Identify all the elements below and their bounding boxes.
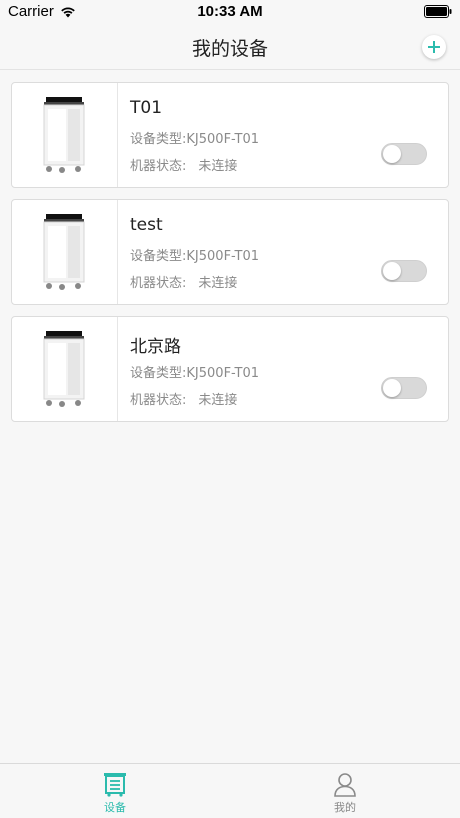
toggle-knob xyxy=(383,262,401,280)
device-card[interactable]: T01 设备类型:KJ500F-T01 机器状态: 未连接 xyxy=(11,82,449,188)
toggle-knob xyxy=(383,379,401,397)
device-state: 机器状态: 未连接 xyxy=(130,389,237,408)
power-toggle[interactable] xyxy=(381,377,427,399)
device-state: 机器状态: 未连接 xyxy=(130,155,237,174)
tab-bar: 设备 我的 xyxy=(0,763,460,818)
tab-profile-label: 我的 xyxy=(334,801,356,814)
page-title: 我的设备 xyxy=(191,38,268,60)
power-toggle[interactable] xyxy=(381,260,427,282)
device-name: test xyxy=(130,215,163,235)
device-card[interactable]: 北京路 设备类型:KJ500F-T01 机器状态: 未连接 xyxy=(11,316,449,422)
device-state-value: 未连接 xyxy=(198,276,238,291)
device-state: 机器状态: 未连接 xyxy=(130,272,237,291)
battery-icon xyxy=(424,5,452,18)
device-thumbnail xyxy=(12,83,118,187)
status-time: 10:33 AM xyxy=(197,3,263,20)
tab-profile[interactable]: 我的 xyxy=(230,764,460,818)
device-state-label: 机器状态: xyxy=(130,159,187,174)
device-tab-icon xyxy=(104,773,126,797)
air-purifier-icon xyxy=(43,214,85,290)
device-list: T01 设备类型:KJ500F-T01 机器状态: 未连接 test 设备类型:K… xyxy=(11,82,449,433)
device-thumbnail xyxy=(12,200,118,304)
device-type-label: 设备类型: xyxy=(130,132,187,147)
device-type-label: 设备类型: xyxy=(130,249,187,264)
device-state-label: 机器状态: xyxy=(130,276,187,291)
toggle-knob xyxy=(383,145,401,163)
device-thumbnail xyxy=(12,317,118,421)
air-purifier-icon xyxy=(43,97,85,173)
device-type-value: KJ500F-T01 xyxy=(186,366,260,381)
device-card[interactable]: test 设备类型:KJ500F-T01 机器状态: 未连接 xyxy=(11,199,449,305)
device-state-label: 机器状态: xyxy=(130,393,187,408)
air-purifier-icon xyxy=(43,331,85,407)
device-state-value: 未连接 xyxy=(198,159,238,174)
device-name: 北京路 xyxy=(130,337,181,357)
power-toggle[interactable] xyxy=(381,143,427,165)
profile-tab-icon xyxy=(334,773,356,797)
add-device-button[interactable] xyxy=(422,35,446,59)
screen: Carrier 10:33 AM 我的设备 T01 设备类型:KJ500F-T0… xyxy=(0,0,460,818)
device-type-value: KJ500F-T01 xyxy=(186,132,260,147)
device-name: T01 xyxy=(130,98,163,118)
device-type-label: 设备类型: xyxy=(130,366,187,381)
device-state-value: 未连接 xyxy=(198,393,238,408)
device-type: 设备类型:KJ500F-T01 xyxy=(130,362,259,381)
plus-icon xyxy=(428,41,440,53)
tab-devices[interactable]: 设备 xyxy=(0,764,230,818)
nav-bar: 我的设备 xyxy=(0,24,460,70)
status-bar: Carrier 10:33 AM xyxy=(0,0,460,24)
device-type: 设备类型:KJ500F-T01 xyxy=(130,128,259,147)
device-type-value: KJ500F-T01 xyxy=(186,249,260,264)
tab-devices-label: 设备 xyxy=(104,801,126,814)
device-type: 设备类型:KJ500F-T01 xyxy=(130,245,259,264)
